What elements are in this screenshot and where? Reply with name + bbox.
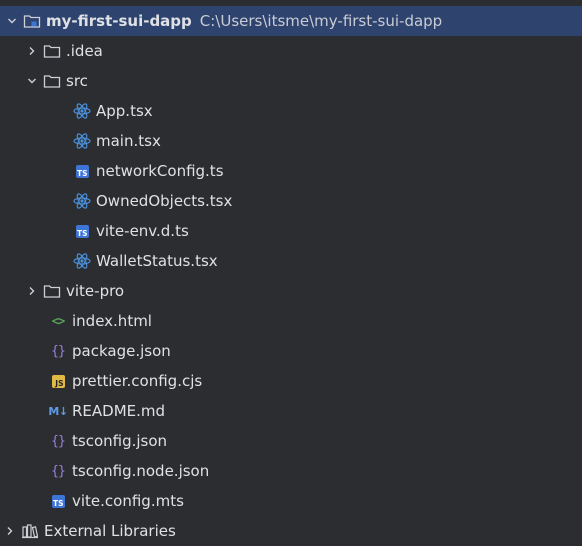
- json-icon: {}: [51, 433, 66, 449]
- tree-row-wallet-status[interactable]: WalletStatus.tsx: [0, 246, 582, 276]
- react-icon: [72, 101, 92, 121]
- tree-row-app-tsx[interactable]: App.tsx: [0, 96, 582, 126]
- file-label-prettier-config: prettier.config.cjs: [72, 372, 203, 390]
- file-label-package-json: package.json: [72, 342, 171, 360]
- typescript-icon: TS: [72, 161, 92, 181]
- react-icon: [72, 131, 92, 151]
- tree-row-external-libraries[interactable]: External Libraries: [0, 516, 582, 546]
- chevron-down-icon[interactable]: [22, 66, 42, 96]
- typescript-icon: TS: [48, 491, 68, 511]
- chevron-down-icon[interactable]: [2, 6, 22, 36]
- file-label-app-tsx: App.tsx: [96, 102, 153, 120]
- library-icon: [20, 521, 40, 541]
- file-label-wallet-status: WalletStatus.tsx: [96, 252, 218, 270]
- tree-row-readme[interactable]: M↓ README.md: [0, 396, 582, 426]
- tree-row-prettier-config[interactable]: JS prettier.config.cjs: [0, 366, 582, 396]
- json-icon: {}: [51, 343, 66, 359]
- file-label-readme: README.md: [72, 402, 166, 420]
- folder-label-vite-pro: vite-pro: [66, 282, 125, 300]
- tree-row-src[interactable]: src: [0, 66, 582, 96]
- file-label-vite-config: vite.config.mts: [72, 492, 184, 510]
- tree-row-network-config[interactable]: TS networkConfig.ts: [0, 156, 582, 186]
- folder-icon: [42, 71, 62, 91]
- chevron-right-icon[interactable]: [22, 276, 42, 306]
- folder-label-idea: .idea: [66, 42, 103, 60]
- folder-label-src: src: [66, 72, 88, 90]
- project-tree: my-first-sui-dapp C:\Users\itsme\my-firs…: [0, 0, 582, 540]
- tree-row-vite-env[interactable]: TS vite-env.d.ts: [0, 216, 582, 246]
- file-label-tsconfig-node: tsconfig.node.json: [72, 462, 210, 480]
- tree-row-vite-pro[interactable]: vite-pro: [0, 276, 582, 306]
- file-label-main-tsx: main.tsx: [96, 132, 161, 150]
- project-name: my-first-sui-dapp: [46, 12, 192, 30]
- chevron-right-icon[interactable]: [0, 516, 20, 546]
- markdown-icon: M↓: [48, 404, 68, 418]
- file-label-index-html: index.html: [72, 312, 152, 330]
- html-icon: <>: [51, 314, 65, 328]
- tree-row-vite-config[interactable]: TS vite.config.mts: [0, 486, 582, 516]
- module-folder-icon: [22, 11, 42, 31]
- file-label-owned-objects: OwnedObjects.tsx: [96, 192, 233, 210]
- tree-row-main-tsx[interactable]: main.tsx: [0, 126, 582, 156]
- file-label-vite-env: vite-env.d.ts: [96, 222, 189, 240]
- chevron-right-icon[interactable]: [22, 36, 42, 66]
- typescript-icon: TS: [72, 221, 92, 241]
- tree-row-project-root[interactable]: my-first-sui-dapp C:\Users\itsme\my-firs…: [0, 6, 582, 36]
- tree-row-index-html[interactable]: <> index.html: [0, 306, 582, 336]
- file-label-network-config: networkConfig.ts: [96, 162, 224, 180]
- tree-row-tsconfig-node[interactable]: {} tsconfig.node.json: [0, 456, 582, 486]
- folder-icon: [42, 41, 62, 61]
- javascript-icon: JS: [48, 371, 68, 391]
- react-icon: [72, 191, 92, 211]
- file-label-tsconfig: tsconfig.json: [72, 432, 168, 450]
- tree-row-idea[interactable]: .idea: [0, 36, 582, 66]
- json-icon: {}: [51, 463, 66, 479]
- tree-row-package-json[interactable]: {} package.json: [0, 336, 582, 366]
- tree-row-tsconfig[interactable]: {} tsconfig.json: [0, 426, 582, 456]
- tree-row-owned-objects[interactable]: OwnedObjects.tsx: [0, 186, 582, 216]
- react-icon: [72, 251, 92, 271]
- folder-icon: [42, 281, 62, 301]
- project-path: C:\Users\itsme\my-first-sui-dapp: [199, 12, 443, 30]
- external-libraries-label: External Libraries: [44, 522, 176, 540]
